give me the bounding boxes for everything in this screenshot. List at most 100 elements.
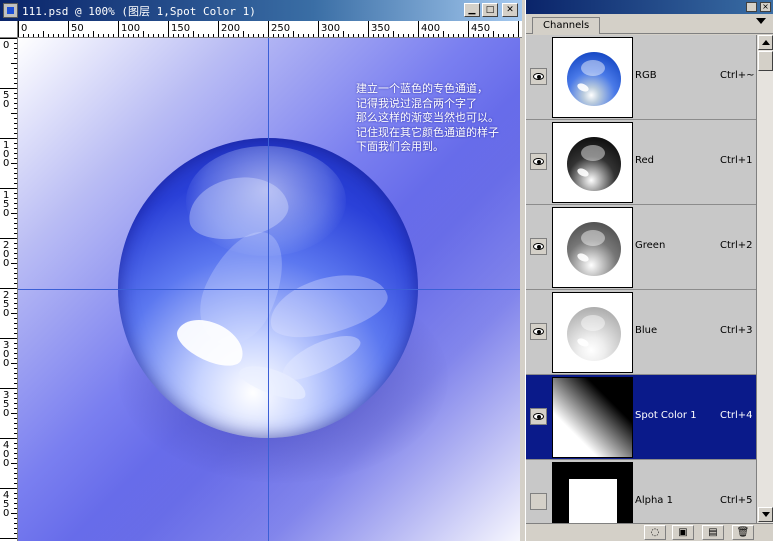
ruler-label: 200 [221, 23, 240, 34]
ruler-label: 0 [3, 358, 9, 369]
horizontal-ruler[interactable]: 0 50 100 150 200 250 300 350 400 450 [18, 21, 522, 38]
ruler-label: 0 [3, 308, 9, 319]
ruler-label: 400 [421, 23, 440, 34]
channel-row-red[interactable]: Red Ctrl+1 [526, 120, 756, 205]
document-title: 111.psd @ 100% (图层 1,Spot Color 1) [22, 5, 256, 18]
annotation-line: 下面我们会用到。 [356, 140, 444, 153]
annotation-line: 记得我说过混合两个字了 [356, 96, 477, 110]
ruler-label: 150 [171, 23, 190, 34]
annotation-line: 建立一个蓝色的专色通道， [356, 82, 488, 95]
document-titlebar[interactable]: 111.psd @ 100% (图层 1,Spot Color 1) ▁ □ ✕ [0, 0, 522, 21]
vertical-ruler-ticks: 050100150200250300350400450 [0, 38, 17, 539]
channels-panel: × Channels RGB Ctrl+~ Red Ctrl+1 Green C… [525, 0, 773, 541]
maximize-button[interactable]: □ [482, 3, 498, 17]
eye-icon [533, 73, 544, 80]
channel-name: Blue [635, 325, 658, 336]
visibility-toggle[interactable] [530, 238, 547, 255]
ruler-label: 0 [3, 508, 9, 519]
ruler-label: 250 [271, 23, 290, 34]
close-button[interactable]: ✕ [502, 3, 518, 17]
eye-icon [533, 243, 544, 250]
ruler-label: 0 [3, 408, 9, 419]
panel-menu-arrow-icon[interactable] [756, 18, 766, 24]
visibility-toggle-empty[interactable] [530, 493, 547, 510]
sphere-petal [262, 263, 394, 348]
channel-name: Red [635, 155, 654, 166]
channel-name: RGB [635, 70, 657, 81]
visibility-toggle[interactable] [530, 153, 547, 170]
vertical-ruler[interactable]: 050100150200250300350400450 [0, 38, 18, 541]
ruler-label: 100 [121, 23, 140, 34]
ruler-label: 50 [71, 23, 84, 34]
scroll-down-arrow-icon[interactable] [758, 507, 773, 522]
horizontal-ruler-ticks: 0 50 100 150 200 250 300 350 400 450 [18, 21, 519, 37]
channel-name: Green [635, 240, 666, 251]
channel-shortcut: Ctrl+~ [720, 70, 755, 81]
eye-icon [533, 413, 544, 420]
annotation-line: 记住现在其它颜色通道的样子 [356, 125, 499, 139]
tab-channels[interactable]: Channels [532, 17, 601, 34]
new-channel-icon[interactable]: ▤ [702, 525, 724, 540]
ruler-label: 0 [3, 158, 9, 169]
channel-thumbnail [552, 37, 633, 118]
ruler-label: 0 [3, 458, 9, 469]
annotation-line: 那么这样的渐变当然也可以。 [356, 111, 499, 124]
save-selection-icon[interactable]: ▣ [672, 525, 694, 540]
channel-list: RGB Ctrl+~ Red Ctrl+1 Green Ctrl+2 Blue [526, 35, 756, 523]
mask-thumbnail-icon [553, 463, 632, 523]
eye-icon [533, 158, 544, 165]
channel-thumbnail [552, 207, 633, 288]
image-canvas[interactable]: 建立一个蓝色的专色通道， 记得我说过混合两个字了 那么这样的渐变当然也可以。 记… [18, 38, 520, 541]
visibility-toggle[interactable] [530, 323, 547, 340]
ruler-label: 0 [3, 258, 9, 269]
ruler-origin[interactable] [0, 21, 18, 38]
channel-row-spot-color-1[interactable]: Spot Color 1 Ctrl+4 [526, 375, 756, 460]
sphere-thumbnail-icon [567, 52, 621, 106]
channel-name: Alpha 1 [635, 495, 673, 506]
panel-minimize-button[interactable] [746, 2, 757, 12]
visibility-toggle[interactable] [530, 408, 547, 425]
channel-thumbnail [552, 292, 633, 373]
channel-shortcut: Ctrl+1 [720, 155, 753, 166]
channel-thumbnail [552, 122, 633, 203]
ruler-label: 450 [471, 23, 490, 34]
panel-titlebar[interactable]: × [526, 0, 773, 14]
scroll-thumb[interactable] [758, 51, 773, 71]
sphere-thumbnail-icon [567, 307, 621, 361]
gradient-thumbnail-icon [553, 378, 632, 457]
channel-shortcut: Ctrl+4 [720, 410, 753, 421]
eye-icon [533, 328, 544, 335]
ruler-label: 0 [3, 40, 9, 51]
photoshop-document-icon [3, 3, 18, 18]
channel-shortcut: Ctrl+2 [720, 240, 753, 251]
channel-shortcut: Ctrl+3 [720, 325, 753, 336]
sphere-thumbnail-icon [567, 222, 621, 276]
channel-thumbnail [552, 377, 633, 458]
ruler-label: 300 [321, 23, 340, 34]
channel-name: Spot Color 1 [635, 410, 697, 421]
sphere-thumbnail-icon [567, 137, 621, 191]
channel-row-green[interactable]: Green Ctrl+2 [526, 205, 756, 290]
channel-shortcut: Ctrl+5 [720, 495, 753, 506]
channel-thumbnail [552, 462, 633, 523]
trash-icon[interactable]: 🗑 [732, 525, 754, 540]
panel-tab-row: Channels [526, 14, 773, 34]
ruler-label: 0 [3, 208, 9, 219]
panel-footer: ◌ ▣ ▤ 🗑 [526, 523, 773, 541]
channel-row-alpha-1[interactable]: Alpha 1 Ctrl+5 [526, 460, 756, 523]
ruler-label: 0 [21, 23, 27, 34]
document-window: 111.psd @ 100% (图层 1,Spot Color 1) ▁ □ ✕… [0, 0, 522, 541]
panel-scrollbar[interactable] [756, 35, 773, 523]
panel-close-button[interactable]: × [760, 2, 771, 12]
scroll-up-arrow-icon[interactable] [758, 35, 773, 50]
horizontal-guide[interactable] [18, 289, 520, 290]
channel-row-blue[interactable]: Blue Ctrl+3 [526, 290, 756, 375]
document-scroll-edge [520, 38, 522, 541]
ruler-label: 350 [371, 23, 390, 34]
visibility-toggle[interactable] [530, 68, 547, 85]
minimize-button[interactable]: ▁ [464, 3, 480, 17]
ruler-label: 0 [3, 99, 9, 110]
channel-row-rgb[interactable]: RGB Ctrl+~ [526, 35, 756, 120]
load-selection-icon[interactable]: ◌ [644, 525, 666, 540]
annotation-text: 建立一个蓝色的专色通道， 记得我说过混合两个字了 那么这样的渐变当然也可以。 记… [356, 82, 520, 155]
